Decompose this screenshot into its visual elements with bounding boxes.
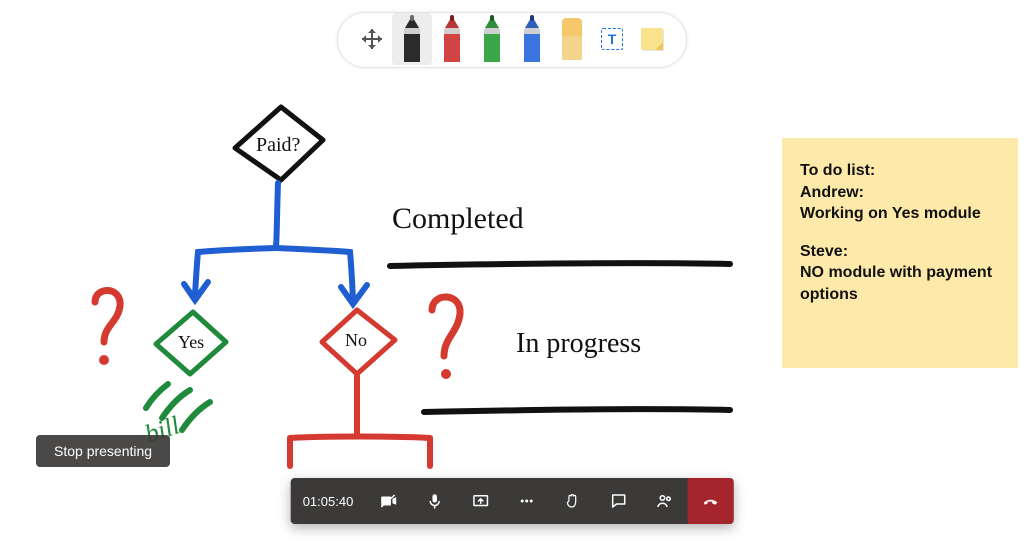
pen-blue-tool[interactable]	[512, 13, 552, 65]
pen-red-tool[interactable]	[432, 13, 472, 65]
chat-button[interactable]	[595, 478, 641, 524]
share-button[interactable]	[457, 478, 503, 524]
move-tool[interactable]	[352, 13, 392, 65]
text-tool-icon: T	[601, 28, 623, 50]
call-timer: 01:05:40	[291, 478, 366, 524]
sticky-line: Steve:	[800, 241, 1000, 263]
decision-label: Paid?	[256, 134, 300, 157]
stop-presenting-button[interactable]: Stop presenting	[36, 435, 170, 467]
mic-toggle-button[interactable]	[411, 478, 457, 524]
sticky-note-icon	[641, 28, 663, 50]
text-tool[interactable]: T	[592, 13, 632, 65]
pen-black-tool[interactable]	[392, 13, 432, 65]
participants-button[interactable]	[641, 478, 687, 524]
sticky-line: To do list:	[800, 160, 1000, 182]
hang-up-button[interactable]	[687, 478, 733, 524]
pen-green-icon	[483, 16, 501, 62]
pen-black-icon	[403, 16, 421, 62]
sticky-note-tool[interactable]	[632, 13, 672, 65]
raise-hand-icon	[563, 492, 581, 510]
hang-up-icon	[701, 492, 719, 510]
camera-off-icon	[379, 492, 397, 510]
sticky-note[interactable]: To do list: Andrew: Working on Yes modul…	[782, 138, 1018, 368]
heading-in-progress: In progress	[516, 328, 641, 360]
pen-blue-icon	[523, 16, 541, 62]
pen-red-icon	[443, 16, 461, 62]
meeting-call-bar: 01:05:40	[291, 478, 734, 524]
eraser-icon	[562, 18, 582, 60]
branch-no-label: No	[345, 330, 367, 351]
camera-toggle-button[interactable]	[365, 478, 411, 524]
mic-icon	[425, 492, 443, 510]
stop-presenting-label: Stop presenting	[54, 443, 152, 459]
sticky-line: Working on Yes module	[800, 203, 1000, 225]
eraser-tool[interactable]	[552, 13, 592, 65]
more-actions-button[interactable]	[503, 478, 549, 524]
sticky-line: Andrew:	[800, 182, 1000, 204]
people-icon	[655, 492, 673, 510]
branch-yes-label: Yes	[178, 332, 204, 353]
move-icon	[362, 29, 382, 49]
heading-completed: Completed	[392, 202, 524, 236]
raise-hand-button[interactable]	[549, 478, 595, 524]
chat-icon	[609, 492, 627, 510]
more-icon	[517, 492, 535, 510]
share-screen-icon	[471, 492, 489, 510]
pen-green-tool[interactable]	[472, 13, 512, 65]
whiteboard-toolbar: T	[337, 12, 687, 68]
sticky-line: NO module with payment options	[800, 262, 1000, 305]
